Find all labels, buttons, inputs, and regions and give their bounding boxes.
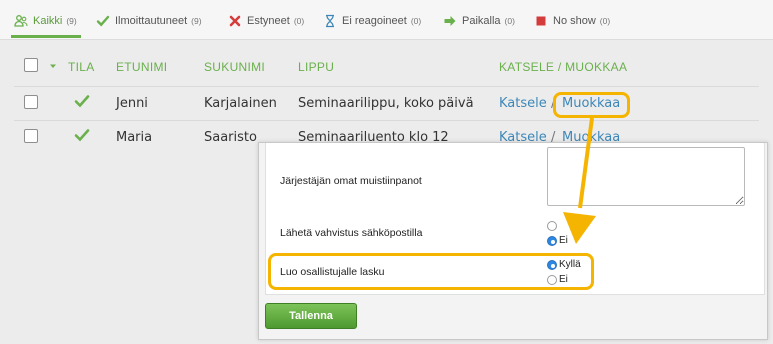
header-actions: KATSELE / MUOKKAA	[499, 60, 628, 74]
edit-form: Järjestäjän omat muistiinpanot Lähetä va…	[265, 143, 765, 295]
cell-ticket: Seminaarilippu, koko päivä	[298, 96, 474, 111]
tab-label: Paikalla	[462, 15, 501, 27]
caret-down-icon[interactable]	[48, 58, 58, 76]
edit-link[interactable]: Muokkaa	[562, 96, 620, 111]
cell-firstname: Maria	[116, 130, 153, 145]
header-ticket[interactable]: LIPPU	[298, 60, 334, 74]
checkmark-icon	[96, 14, 110, 28]
notes-label: Järjestäjän omat muistiinpanot	[280, 175, 422, 187]
tab-registered[interactable]: Ilmoittautuneet (9)	[96, 12, 202, 30]
radio-label: Kyllä	[559, 259, 581, 270]
tab-no-response[interactable]: Ei reagoineet (0)	[323, 12, 421, 30]
radio-dot	[547, 221, 557, 231]
tab-count: (9)	[66, 16, 77, 26]
cell-lastname: Saaristo	[204, 130, 257, 145]
arrow-right-icon	[443, 14, 457, 28]
hourglass-icon	[323, 14, 337, 28]
radio-label: Ei	[559, 235, 568, 246]
tab-present[interactable]: Paikalla (0)	[443, 12, 515, 30]
tab-label: Estyneet	[247, 15, 290, 27]
active-tab-indicator	[11, 35, 81, 38]
tab-label: Ilmoittautuneet	[115, 15, 188, 27]
edit-participant-panel: Järjestäjän omat muistiinpanot Lähetä va…	[258, 142, 768, 340]
action-separator: /	[551, 96, 556, 111]
save-button[interactable]: Tallenna	[265, 303, 357, 329]
radio-dot-selected	[547, 235, 557, 246]
tab-count: (0)	[504, 16, 515, 26]
square-stop-icon	[534, 14, 548, 28]
tab-count: (0)	[599, 16, 611, 26]
row-checkbox[interactable]	[24, 95, 38, 109]
tab-label: No show	[553, 15, 596, 27]
tab-label: Ei reagoineet	[342, 15, 407, 27]
invoice-yes-radio[interactable]: Kyllä	[547, 259, 581, 270]
row-divider	[14, 120, 759, 121]
status-check-icon	[74, 128, 90, 147]
filter-tab-bar: Kaikki (9) Ilmoittautuneet (9) Estyneet …	[0, 0, 773, 40]
notes-textarea[interactable]	[547, 147, 745, 206]
tab-count: (0)	[410, 16, 422, 26]
header-lastname[interactable]: SUKUNIMI	[204, 60, 265, 74]
view-link[interactable]: Katsele	[499, 96, 547, 111]
confirm-email-label: Lähetä vahvistus sähköpostilla	[280, 227, 423, 239]
tab-count: (9)	[191, 16, 202, 26]
header-firstname[interactable]: ETUNIMI	[116, 60, 167, 74]
radio-dot	[547, 274, 557, 285]
tab-count: (0)	[293, 16, 305, 26]
confirm-no-radio[interactable]: Ei	[547, 235, 568, 246]
row-checkbox[interactable]	[24, 129, 38, 143]
people-icon	[14, 14, 28, 28]
radio-label: Ei	[559, 274, 568, 285]
invoice-label: Luo osallistujalle lasku	[280, 266, 385, 278]
cell-firstname: Jenni	[116, 96, 148, 111]
row-divider	[14, 86, 759, 87]
status-check-icon	[74, 94, 90, 113]
select-all-checkbox[interactable]	[24, 58, 38, 72]
tab-label: Kaikki	[33, 15, 63, 27]
confirm-yes-radio[interactable]	[547, 221, 559, 231]
radio-dot-selected	[547, 259, 557, 270]
cross-icon	[228, 14, 242, 28]
tab-declined[interactable]: Estyneet (0)	[228, 12, 304, 30]
invoice-no-radio[interactable]: Ei	[547, 274, 568, 285]
tab-all[interactable]: Kaikki (9)	[14, 12, 77, 30]
tab-no-show[interactable]: No show (0)	[534, 12, 610, 30]
cell-lastname: Karjalainen	[204, 96, 277, 111]
header-status[interactable]: TILA	[68, 60, 95, 74]
